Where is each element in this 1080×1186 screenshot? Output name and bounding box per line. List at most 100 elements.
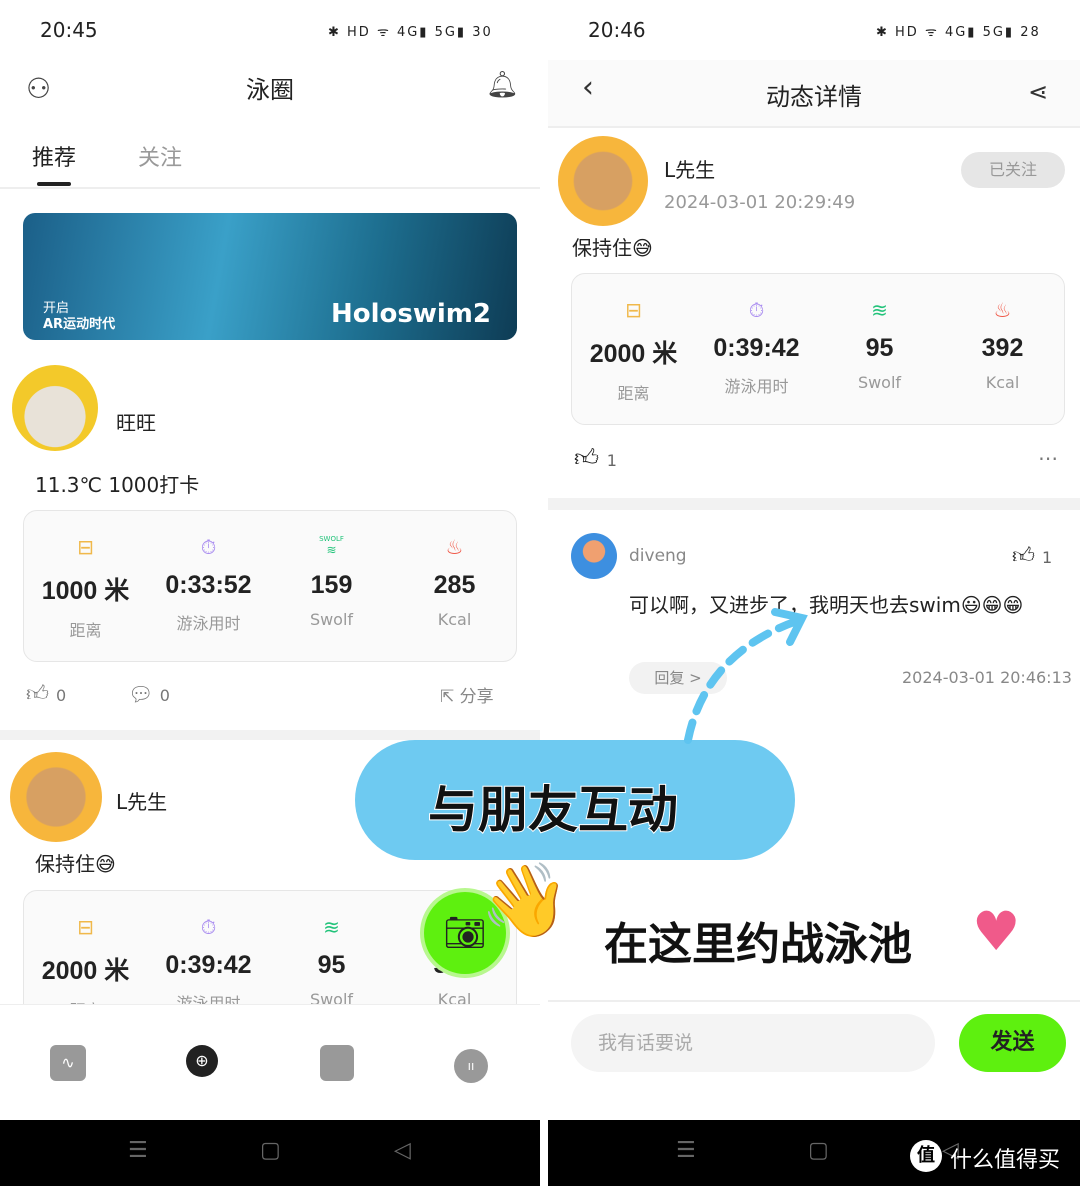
dashed-arrow [684,608,808,744]
tab-indicator [37,182,71,186]
back-icon[interactable]: ◁ [394,1138,411,1163]
battery-level: 28 [1020,25,1041,40]
share-icon[interactable]: ⋖ [1028,78,1048,106]
post-text: 保持住😅 [35,852,116,876]
comment-avatar[interactable] [571,533,617,579]
post-text: 保持住😅 [572,236,653,260]
caption-pool-challenge: 在这里约战泳池 [603,918,913,971]
status-icons: ✱ HD ᯤ 4G▮ 5G▮ 28 [876,25,1041,40]
comment-username[interactable]: diveng [629,546,687,566]
banner-brand: Holoswim2 [331,299,491,329]
tab-following[interactable]: 关注 [138,140,182,172]
stats-card[interactable]: ⊟ 2000 米距离 ⏱ 0:39:42 游泳用时 ≋ 95 Swolf ♨ 392 Kcal [571,273,1065,425]
stopwatch-icon: ⏱ [200,915,217,939]
divider [0,187,540,189]
flame-icon: ♨ [993,298,1012,322]
status-time: 20:46 [588,18,646,42]
time-value: 0:39:42 [713,334,800,362]
kcal-label: Kcal [985,373,1020,392]
time-label: 游泳用时 [724,377,789,396]
distance-label: 距离 [617,384,650,403]
divider [0,730,540,740]
ruler-icon: ⊟ [77,915,94,939]
avatar[interactable] [10,752,102,842]
system-nav-bar: ☰ ▢ ◁ [0,1120,540,1186]
post-username[interactable]: 旺旺 [116,407,156,436]
swolf-value: 159 [310,571,353,599]
caption-interact: 与朋友互动 [427,780,679,840]
divider [548,1000,1080,1002]
distance-value: 2000 米 [41,957,130,985]
post-timestamp: 2024-03-01 20:29:49 [664,192,856,213]
page-title: 泳圈 [246,76,294,104]
bell-icon[interactable]: 🔔︎ [486,70,519,100]
comment-timestamp: 2024-03-01 20:46:13 [902,668,1072,687]
home-icon[interactable]: ▢ [260,1138,281,1163]
comment-button[interactable]: 💬︎ 0 [128,682,170,706]
battery-level: 30 [472,25,493,40]
like-button[interactable]: 👍︎ 1 [574,444,617,473]
kcal-label: Kcal [437,610,472,629]
swolf-value: 95 [317,951,346,979]
comment-count: 0 [159,686,170,705]
share-label: 分享 [459,687,494,707]
post-username[interactable]: L先生 [116,786,167,815]
time-value: 0:39:42 [165,951,252,979]
kcal-value: 392 [981,334,1024,362]
ruler-icon: ⊟ [625,298,642,322]
swolf-icon: ≋ [323,915,340,939]
share-button[interactable]: ⇱ 分享 [440,682,494,707]
right-screen: 20:46 ✱ HD ᯤ 4G▮ 5G▮ 28 ‹ 动态详情 ⋖ L先生 202… [548,0,1080,1186]
tab-pool-icon[interactable]: ⊕ [186,1045,218,1077]
bottom-tab-bar: ∿ ⊕ ıı [0,1004,540,1120]
distance-value: 2000 米 [589,340,678,368]
ruler-icon: ⊟ [77,535,94,559]
kcal-value: 285 [433,571,476,599]
watermark-text: 什么值得买 [950,1148,1061,1173]
holoswim-banner[interactable]: 开启 AR运动时代 Holoswim2 [23,213,517,340]
post-text: 11.3℃ 1000打卡 [35,473,200,497]
tab-profile-icon[interactable]: ıı [454,1049,488,1083]
time-value: 0:33:52 [165,571,252,599]
comment-input[interactable]: 我有话要说 [571,1014,935,1072]
send-button[interactable]: 发送 [959,1014,1066,1072]
heart-icon: ♥ [972,900,1021,963]
more-icon[interactable]: ⋯ [1038,446,1058,470]
status-time: 20:45 [40,18,98,42]
distance-value: 1000 米 [41,577,130,605]
stopwatch-icon: ⏱ [748,298,765,322]
swolf-icon: SWOLF ≋ [270,535,393,565]
like-count: 1 [606,451,617,470]
time-label: 游泳用时 [176,614,241,633]
avatar[interactable] [558,136,648,226]
like-count: 0 [55,686,67,705]
tab-bag-icon[interactable] [320,1045,354,1081]
post-username[interactable]: L先生 [664,154,715,183]
page-title: 动态详情 [766,83,862,111]
distance-label: 距离 [69,621,102,640]
clapping-hand-icon: 👋 [480,858,570,942]
stats-card[interactable]: ⊟ 1000 米距离 ⏱ 0:33:52 游泳用时 SWOLF ≋ 159 Swolf ♨ 2… [23,510,517,662]
swolf-value: 95 [865,334,894,362]
swolf-label: Swolf [309,610,354,629]
stopwatch-icon: ⏱ [200,535,217,559]
tab-recommend[interactable]: 推荐 [32,140,76,172]
follow-button[interactable]: 已关注 [961,152,1065,188]
menu-icon[interactable]: ☰ [676,1138,696,1163]
banner-line2: AR运动时代 [43,317,116,332]
avatar[interactable] [12,365,98,451]
like-button[interactable]: 👍︎ 0 [26,680,66,707]
comment-like-button[interactable]: 👍︎ 1 [1012,542,1052,569]
left-screen: 20:45 ✱ HD ᯤ 4G▮ 5G▮ 30 ⚇ 泳圈 🔔︎ 推荐 关注 开启… [0,0,540,1186]
watermark-logo: 值 [910,1140,942,1172]
comment-like-count: 1 [1041,548,1053,567]
status-icons: ✱ HD ᯤ 4G▮ 5G▮ 30 [328,25,493,40]
divider [548,498,1080,510]
menu-icon[interactable]: ☰ [128,1138,148,1163]
swolf-label: Swolf [857,373,902,392]
flame-icon: ♨ [445,535,464,559]
swolf-icon: ≋ [871,298,888,322]
tab-data-icon[interactable]: ∿ [50,1045,86,1081]
swolf-badge: SWOLF [319,535,344,543]
home-icon[interactable]: ▢ [808,1138,829,1163]
